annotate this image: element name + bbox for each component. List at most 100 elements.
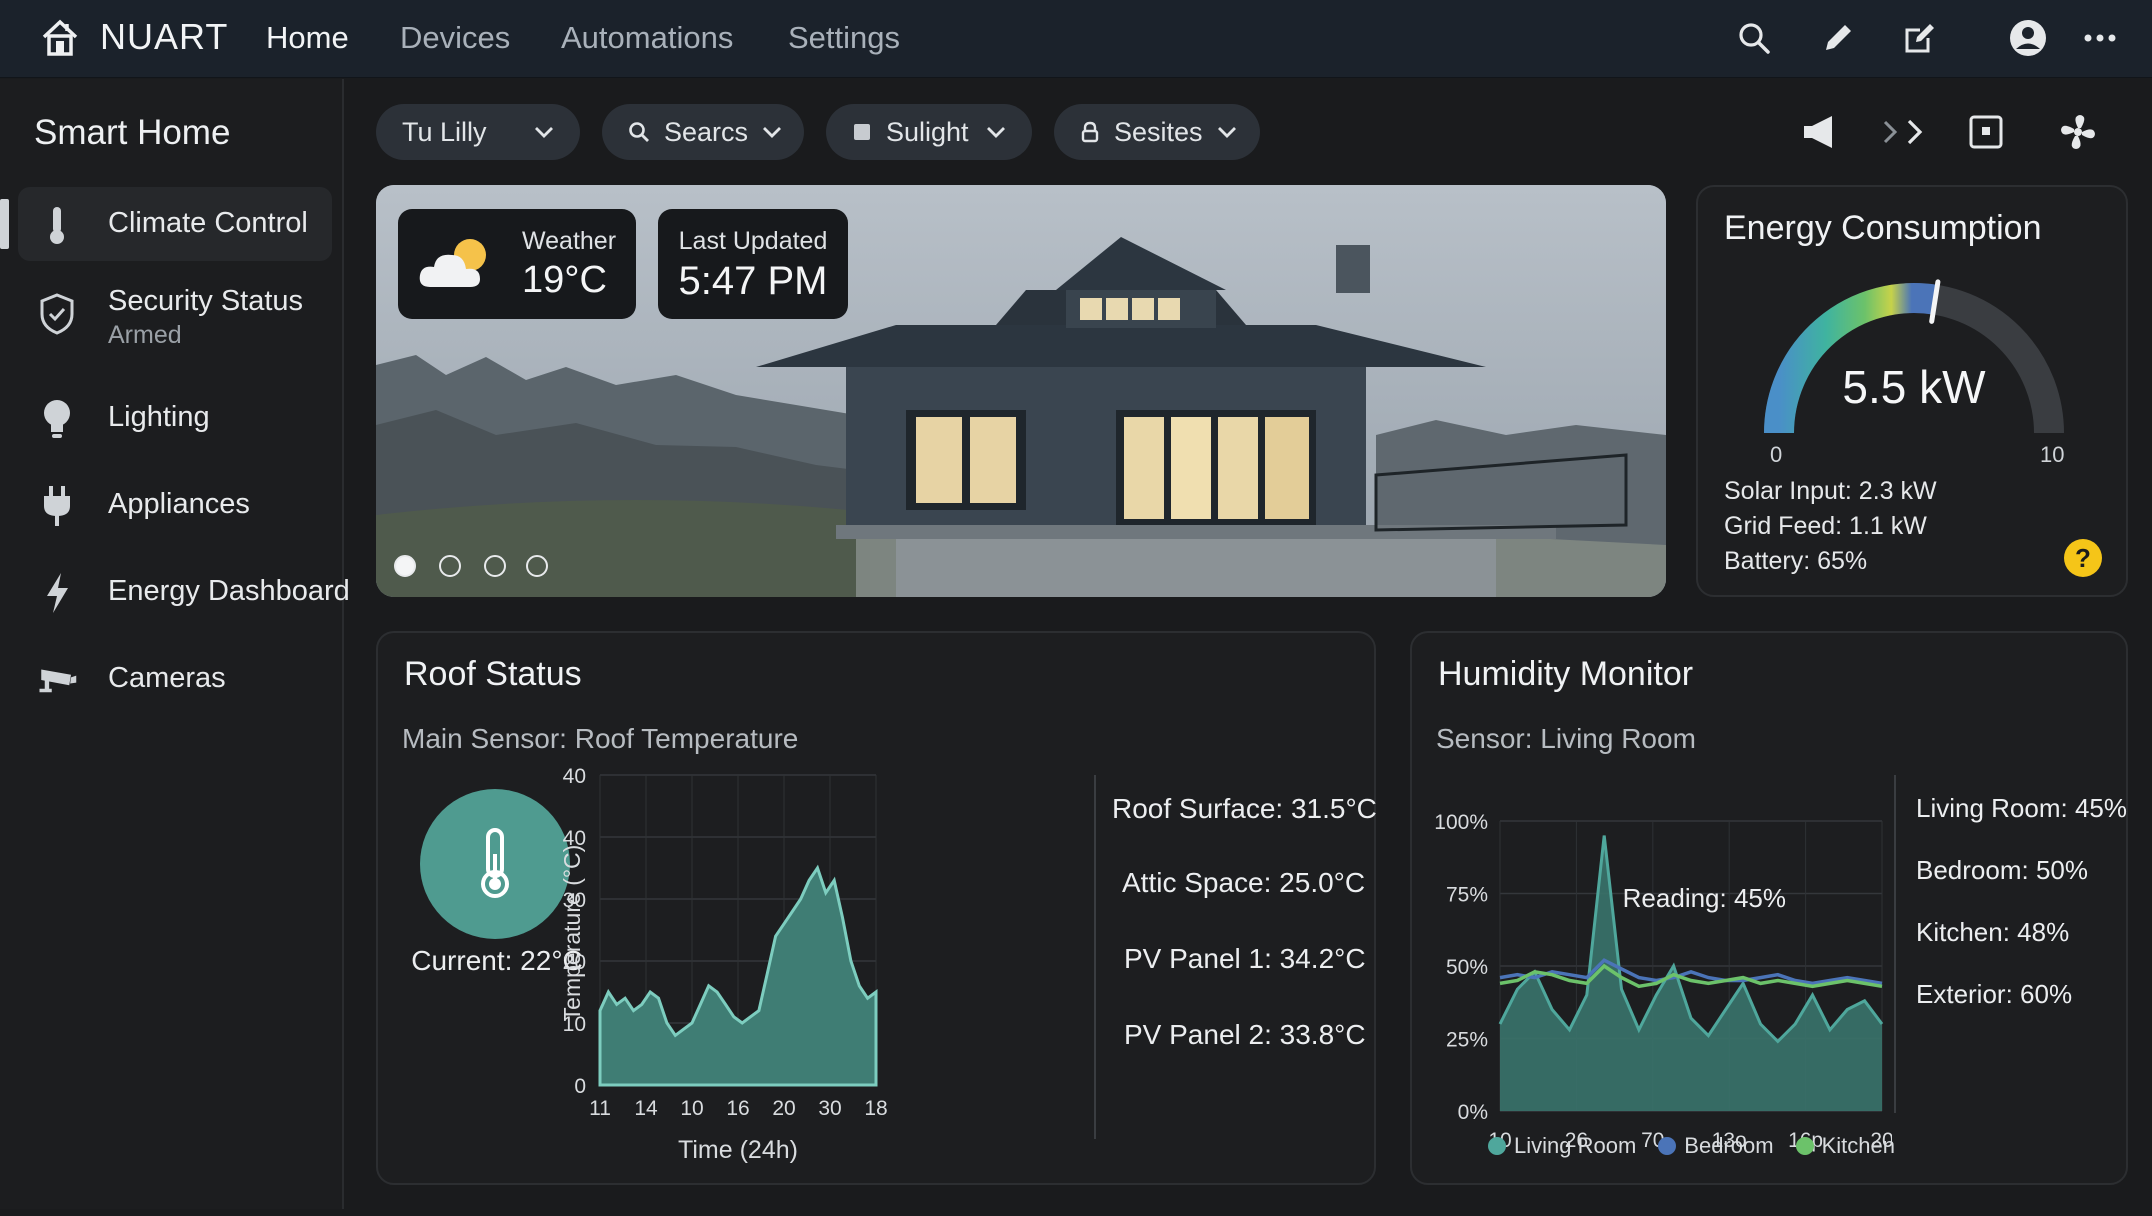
kitchen-humidity: Kitchen: 48% [1916,917,2070,947]
divider [1094,775,1096,1139]
chevron-down-icon [986,126,1006,138]
y-tick-label: 25% [1446,1029,1488,1052]
nav-automations[interactable]: Automations [561,20,733,56]
more-icon[interactable] [2078,16,2122,60]
x-tick-label: 20 [772,1097,795,1120]
pencil-icon[interactable] [1816,16,1860,60]
home-logo-icon [40,17,80,57]
y-tick-label: 50% [1446,956,1488,979]
lock-icon [1080,121,1100,143]
chevron-down-icon [534,126,554,138]
battery-level: Battery: 65% [1724,547,1868,575]
filter-chip-sites[interactable]: Sesites [1054,104,1260,160]
window-icon[interactable] [1962,108,2010,156]
x-axis-label: Time (24h) [678,1136,798,1164]
plug-icon [36,485,78,527]
nav-home[interactable]: Home [266,20,349,56]
pv-panel-2-reading: PV Panel 2: 33.8°C [1124,1019,1366,1050]
sidebar-item-label: Appliances [108,488,250,520]
roof-temperature-chart: 40403020100 11 14 10 16 20 30 18 Temperature (… [559,765,888,1164]
weather-temperature: 19°C [522,259,607,301]
nav-devices[interactable]: Devices [400,20,510,56]
series-line-kitchen [1499,963,1883,989]
square-icon [852,122,872,142]
brand-name: NUART [100,16,229,57]
y-tick-label: 40 [563,765,586,788]
y-tick-label: 75% [1446,884,1488,907]
legend-item-kitchen[interactable]: Kitchen [1795,1133,1895,1159]
sidebar-item-label: Lighting [108,401,210,433]
filter-chip-user[interactable]: Tu Lilly [376,104,580,160]
energy-gauge [1764,279,2064,434]
energy-consumption-card: Energy Consumption 5.5 kW 0 10 Solar Inp… [1696,185,2128,597]
forward-icon[interactable] [1874,108,1934,156]
filter-chip-search[interactable]: Searcs [602,104,804,160]
last-updated-time: 5:47 PM [678,259,828,303]
pv-panel-1-reading: PV Panel 1: 34.2°C [1124,943,1366,974]
sidebar-item-security-status[interactable]: Security Status Armed [18,271,332,361]
sidebar: Smart Home Climate Control Security Stat… [0,79,350,1209]
active-indicator [0,199,9,249]
nav-settings[interactable]: Settings [788,20,900,56]
sidebar-item-energy-dashboard[interactable]: Energy Dashboard [18,555,350,629]
grid-feed: Grid Feed: 1.1 kW [1724,512,1927,540]
speaker-icon[interactable] [1796,108,1844,156]
edit-square-icon[interactable] [1898,16,1942,60]
hero-house-banner: Weather 19°C Last Updated 5:47 PM [376,185,1666,597]
filter-chip-label: Tu Lilly [402,116,487,147]
help-icon[interactable]: ? [2064,539,2102,577]
x-tick-label: 11 [589,1097,611,1120]
last-updated-label: Last Updated [678,227,828,255]
chevron-down-icon [762,126,782,138]
gauge-max-label: 10 [2040,442,2065,467]
bedroom-humidity: Bedroom: 50% [1916,855,2088,885]
x-tick-label: 14 [634,1097,658,1120]
y-tick-label: 0 [574,1075,586,1098]
legend-item-bedroom[interactable]: Bedroom [1658,1133,1774,1159]
carousel-dot-2[interactable] [439,555,461,577]
last-updated-card: Last Updated 5:47 PM [658,209,848,319]
partly-cloudy-icon [416,231,496,295]
roof-status-card: Roof Status Main Sensor: Roof Temperatur… [376,631,1377,1185]
shield-check-icon [36,293,78,335]
y-axis-label: Temperature (°C) [559,845,585,1022]
sidebar-item-lighting[interactable]: Lighting [18,381,332,455]
account-icon[interactable] [2006,16,2050,60]
y-tick-label: 0% [1458,1101,1488,1124]
brand[interactable]: NUART [40,16,228,58]
sidebar-item-appliances[interactable]: Appliances [18,468,332,542]
sidebar-item-cameras[interactable]: Cameras [18,642,332,716]
weather-label: Weather [522,227,617,255]
attic-space-reading: Attic Space: 25.0°C [1122,867,1366,898]
sidebar-item-climate-control[interactable]: Climate Control [0,187,332,261]
carousel-dot-4[interactable] [526,555,548,577]
humidity-sensor-subtitle: Sensor: Living Room [1436,723,1696,754]
x-tick-label: 10 [680,1097,703,1120]
weather-card: Weather 19°C [398,209,636,319]
filter-chip-label: Sesites [1114,116,1203,147]
sidebar-title: Smart Home [34,113,231,152]
energy-value: 5.5 kW [1842,361,1986,413]
card-title: Roof Status [404,655,582,693]
chevron-down-icon [1217,126,1237,138]
x-tick-label: 18 [864,1097,887,1120]
sidebar-item-label: Cameras [108,662,226,694]
y-tick-label: 100% [1434,811,1488,834]
sidebar-item-label: Security Status [108,285,304,317]
carousel-dot-3[interactable] [484,555,506,577]
sidebar-item-label: Climate Control [108,207,308,239]
gauge-min-label: 0 [1770,442,1783,467]
filter-chip-label: Searcs [664,116,749,147]
current-reading: Reading: 45% [1623,883,1786,913]
search-icon[interactable] [1732,16,1776,60]
x-tick-label: 16 [726,1097,749,1120]
series-line-living-room [1498,835,1884,1044]
living-room-humidity: Living Room: 45% [1916,793,2127,823]
fan-icon[interactable] [2054,108,2102,156]
camera-icon [36,659,78,701]
roof-sensor-subtitle: Main Sensor: Roof Temperature [402,723,799,754]
legend-item-living-room[interactable]: Living Room [1488,1133,1636,1159]
carousel-dot-1[interactable] [394,555,416,577]
roof-surface-reading: Roof Surface: 31.5°C [1112,793,1377,824]
filter-chip-sunlight[interactable]: Sulight [826,104,1032,160]
